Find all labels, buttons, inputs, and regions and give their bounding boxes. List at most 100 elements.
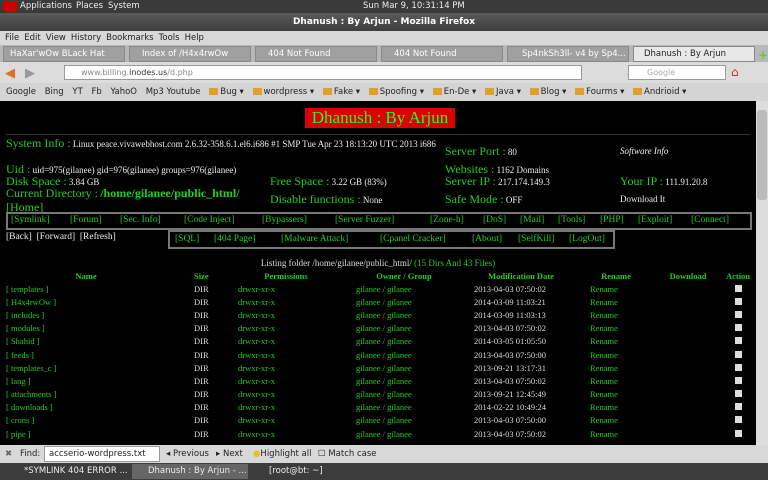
bookmark-folder[interactable]: Blog ▾	[529, 83, 566, 101]
select-checkbox[interactable]	[734, 429, 742, 437]
rename-link[interactable]: Rename	[576, 388, 656, 401]
nav-dos[interactable]: [DoS]	[483, 215, 506, 225]
col-size[interactable]: Size	[172, 269, 230, 282]
select-checkbox[interactable]	[734, 284, 742, 292]
select-checkbox[interactable]	[734, 403, 742, 411]
nav-malware-attack[interactable]: [Malware Attack]	[281, 234, 348, 244]
rename-link[interactable]: Rename	[576, 348, 656, 361]
col-modified[interactable]: Modification Date	[466, 269, 576, 282]
system-menu[interactable]: System	[108, 1, 140, 11]
applications-menu[interactable]: Applications	[20, 1, 72, 11]
back-link[interactable]: [Back]	[6, 232, 32, 242]
dir-name-link[interactable]: [ templates ]	[0, 282, 172, 295]
dir-name-link[interactable]: [ crons ]	[0, 414, 172, 427]
nav-sql[interactable]: [SQL]	[175, 234, 199, 244]
new-tab-icon[interactable]: +	[758, 48, 768, 62]
nav-php[interactable]: [PHP]	[600, 215, 624, 225]
tab[interactable]: 404 Not Found	[381, 46, 503, 62]
forward-link[interactable]: [Forward]	[37, 232, 76, 242]
rename-link[interactable]: Rename	[576, 308, 656, 321]
dir-name-link[interactable]: [ feeds ]	[0, 348, 172, 361]
nav-about[interactable]: [About]	[472, 234, 502, 244]
find-input[interactable]: accserio-wordpress.txt	[44, 446, 160, 462]
select-checkbox[interactable]	[734, 337, 742, 345]
bookmark-folder[interactable]: Fake ▾	[322, 83, 360, 101]
col-name[interactable]: Name	[0, 269, 172, 282]
nav-mail[interactable]: [Mail]	[520, 215, 544, 225]
select-checkbox[interactable]	[734, 324, 742, 332]
tab-active[interactable]: Dhanush : By Arjun	[633, 46, 755, 62]
rename-link[interactable]: Rename	[576, 295, 656, 308]
close-find-icon[interactable]: ✖	[5, 449, 12, 459]
dir-name-link[interactable]: [ includes ]	[0, 308, 172, 321]
dir-name-link[interactable]: [ Shahid ]	[0, 335, 172, 348]
rename-link[interactable]: Rename	[576, 282, 656, 295]
dir-name-link[interactable]: [ pipe ]	[0, 427, 172, 440]
forward-icon[interactable]: ▶	[25, 66, 35, 81]
rename-link[interactable]: Rename	[576, 414, 656, 427]
menu-history[interactable]: History	[71, 33, 101, 43]
dir-name-link[interactable]: [ attachments ]	[0, 388, 172, 401]
menu-bookmarks[interactable]: Bookmarks	[106, 33, 154, 43]
select-checkbox[interactable]	[734, 350, 742, 358]
nav-tools[interactable]: [Tools]	[558, 215, 585, 225]
select-checkbox[interactable]	[734, 390, 742, 398]
nav-server-fuzzer[interactable]: [Server Fuzzer]	[335, 215, 394, 225]
bookmark[interactable]: Google	[6, 83, 36, 101]
dir-name-link[interactable]: [ lang ]	[0, 374, 172, 387]
bookmark[interactable]: Fb	[91, 83, 101, 101]
select-checkbox[interactable]	[734, 297, 742, 305]
clock[interactable]: Sun Mar 9, 10:31:14 PM	[363, 1, 465, 11]
places-menu[interactable]: Places	[76, 1, 103, 11]
refresh-link[interactable]: [Refresh]	[80, 232, 116, 242]
menu-view[interactable]: View	[46, 33, 66, 43]
col-permissions[interactable]: Permissions	[230, 269, 342, 282]
dir-name-link[interactable]: [ templates_c ]	[0, 361, 172, 374]
select-checkbox[interactable]	[734, 416, 742, 424]
menu-tools[interactable]: Tools	[159, 33, 180, 43]
tab[interactable]: 404 Not Found	[255, 46, 377, 62]
select-checkbox[interactable]	[734, 363, 742, 371]
tab[interactable]: HaXar'wOw BLack Hat	[3, 46, 125, 62]
taskbar-item[interactable]: [root@bt: ~]	[253, 464, 353, 479]
nav-selfkill[interactable]: [SelfKill]	[518, 234, 554, 244]
dir-name-link[interactable]: [ downloads ]	[0, 401, 172, 414]
nav-logout[interactable]: [LogOut]	[569, 234, 605, 244]
nav-bypassers[interactable]: [Bypassers]	[262, 215, 307, 225]
nav-forum[interactable]: [Forum]	[70, 215, 102, 225]
bookmark-folder[interactable]: Andrioid ▾	[633, 83, 686, 101]
menu-edit[interactable]: Edit	[24, 33, 40, 43]
rename-link[interactable]: Rename	[576, 401, 656, 414]
nav-cpanel-cracker[interactable]: [Cpanel Cracker]	[380, 234, 446, 244]
menu-file[interactable]: File	[5, 33, 19, 43]
nav-zone-h[interactable]: [Zone-h]	[430, 215, 464, 225]
rename-link[interactable]: Rename	[576, 374, 656, 387]
rename-link[interactable]: Rename	[576, 335, 656, 348]
software-info-link[interactable]: Software Info	[620, 146, 668, 156]
highlight-all-button[interactable]: ●Highlight all	[253, 449, 311, 459]
nav-404-page[interactable]: [404 Page]	[214, 234, 255, 244]
nav-connect[interactable]: [Connect]	[691, 215, 729, 225]
find-next-button[interactable]: ▸ Next	[216, 449, 243, 459]
nav-code-inject[interactable]: [Code Inject]	[184, 215, 234, 225]
bookmark-folder[interactable]: Spoofing ▾	[368, 83, 424, 101]
scrollbar-thumb[interactable]	[757, 110, 767, 200]
bookmark-folder[interactable]: En-De ▾	[432, 83, 476, 101]
taskbar-item[interactable]: *SYMLINK 404 ERROR ...	[8, 464, 130, 479]
bookmark-folder[interactable]: Bug ▾	[209, 83, 244, 101]
find-previous-button[interactable]: ◂ Previous	[166, 449, 209, 459]
bookmark[interactable]: YahoO	[110, 83, 137, 101]
match-case-checkbox[interactable]: ☐ Match case	[318, 449, 377, 459]
bookmark-folder[interactable]: wordpress ▾	[252, 83, 314, 101]
tab[interactable]: Sp4nkSh3ll- v4 by Sp4...	[507, 46, 629, 62]
select-checkbox[interactable]	[734, 376, 742, 384]
bookmark[interactable]: YT	[72, 83, 82, 101]
nav-sec-info[interactable]: [Sec. Info]	[120, 215, 161, 225]
taskbar-item-active[interactable]: Dhanush : By Arjun - ...	[132, 464, 248, 479]
cwd-link[interactable]: /home/gilanee/public_html/	[100, 186, 239, 200]
download-it-link[interactable]: Download It	[620, 194, 665, 204]
nav-exploit[interactable]: [Exploit]	[638, 215, 672, 225]
tab[interactable]: Index of /H4x4rwOw	[129, 46, 251, 62]
nav-symlink[interactable]: [Symlink]	[11, 215, 50, 225]
bookmark-folder[interactable]: Fourms ▾	[575, 83, 624, 101]
